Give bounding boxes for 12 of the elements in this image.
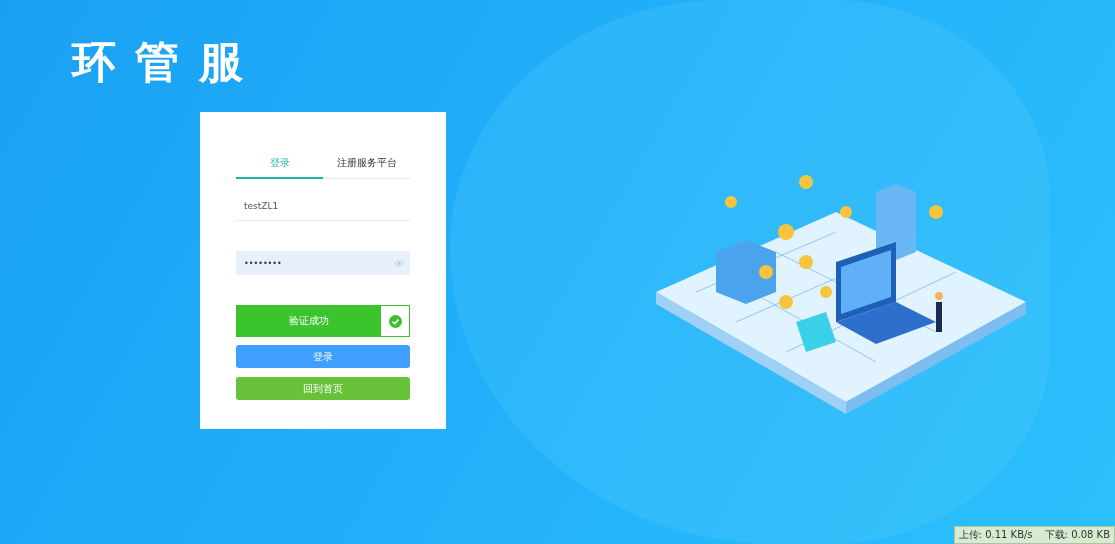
button[interactable]: 登录 (236, 345, 410, 368)
password-field[interactable]: •••••••• (236, 251, 410, 275)
username-field[interactable]: testZL1 (236, 195, 410, 221)
button[interactable]: 回到首页 (236, 377, 410, 400)
verify-slider[interactable]: 验证成功 (236, 305, 410, 337)
logo-title: 环 管 服 (72, 35, 245, 89)
check-icon (388, 314, 402, 328)
eye-icon[interactable] (394, 259, 404, 267)
tab[interactable]: 注册服务平台 (323, 150, 410, 179)
tab[interactable]: 登录 (236, 150, 323, 179)
upload-speed: 上传: 0.11 KB/s (958, 528, 1033, 542)
download-speed: 下载: 0.08 KB (1044, 528, 1110, 542)
